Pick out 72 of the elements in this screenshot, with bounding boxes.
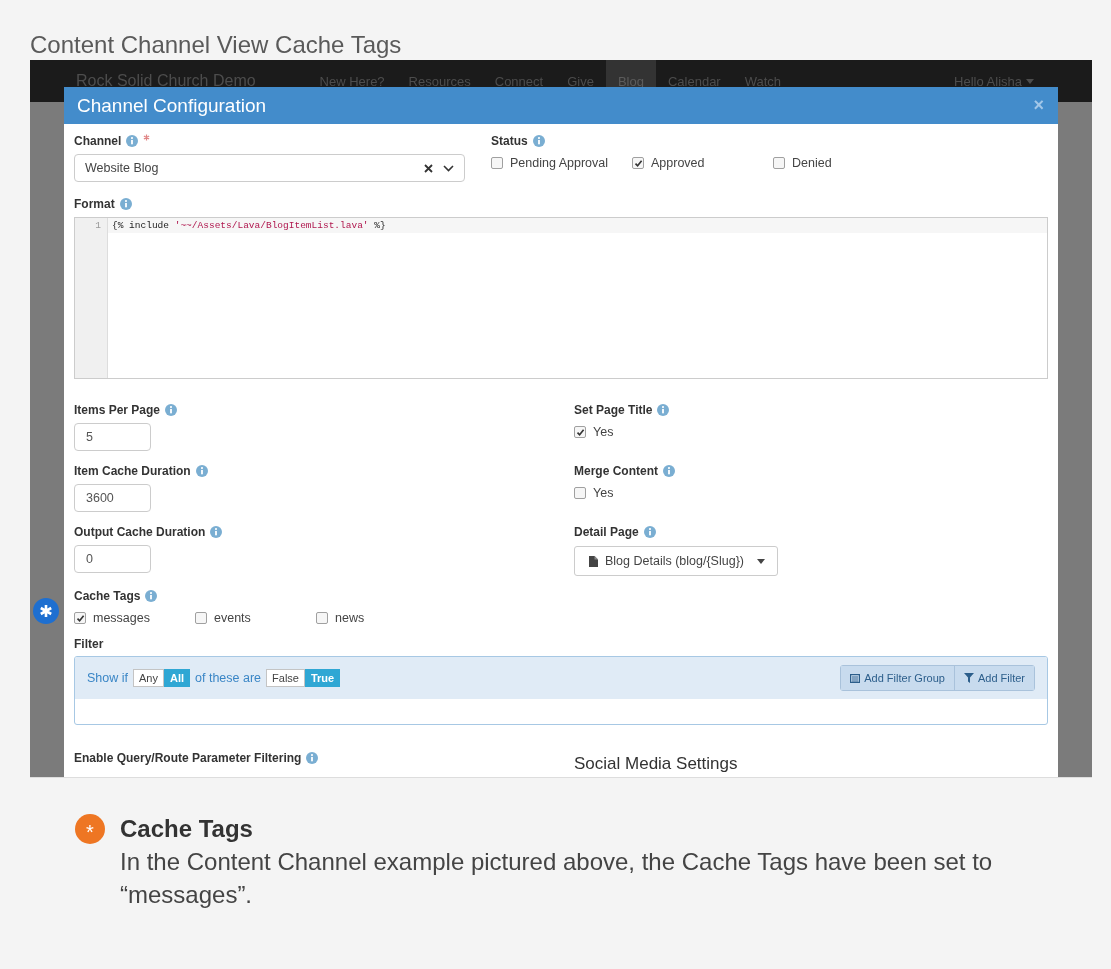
field-label: Status xyxy=(491,134,528,148)
info-icon xyxy=(663,465,675,477)
checkbox-label: Approved xyxy=(651,156,705,170)
checkbox[interactable] xyxy=(491,157,503,169)
field-label: Detail Page xyxy=(574,525,639,539)
field-label: Merge Content xyxy=(574,464,658,478)
text-field[interactable]: 3600 xyxy=(74,484,151,512)
select-field[interactable]: Website Blog xyxy=(74,154,465,182)
callout-title: Cache Tags xyxy=(120,814,254,844)
page-picker[interactable]: Blog Details (blog/{Slug}) xyxy=(574,546,778,576)
field-label: Set Page Title xyxy=(574,403,653,417)
field-label: Cache Tags xyxy=(74,589,141,603)
checkbox[interactable] xyxy=(632,157,644,169)
toggle-button[interactable]: False xyxy=(266,669,305,687)
info-icon xyxy=(643,526,656,538)
section-heading: Social Media Settings xyxy=(574,754,739,774)
checkbox[interactable] xyxy=(574,487,586,499)
checkbox[interactable] xyxy=(74,612,86,624)
clear-icon xyxy=(424,163,433,173)
checkmark-icon xyxy=(575,427,585,437)
page-title: Content Channel View Cache Tags xyxy=(30,31,402,59)
checkbox[interactable] xyxy=(316,612,328,624)
checkbox-label: Pending Approval xyxy=(510,156,608,170)
filter-text: Show if xyxy=(87,671,128,685)
code-line: {% include '~~/Assets/Lava/BlogItemList.lava' %} xyxy=(112,220,386,231)
toggle-button[interactable]: All xyxy=(163,669,191,687)
callout-text: In the Content Channel example pictured above, the Cache Tags have been set to “messages”. xyxy=(120,847,994,910)
info-icon xyxy=(126,135,139,147)
checkbox-label: messages xyxy=(93,611,150,625)
info-icon xyxy=(119,198,132,210)
asterisk-icon xyxy=(33,598,59,624)
checkbox-label: news xyxy=(335,611,365,625)
field-label: Items Per Page xyxy=(74,403,161,417)
callout-marker: * xyxy=(75,814,105,844)
field-label: Filter xyxy=(74,637,105,651)
field-label: Channel xyxy=(74,134,122,148)
modal-title: Channel Configuration xyxy=(77,94,267,117)
field-label: Item Cache Duration xyxy=(74,464,191,478)
checkbox-label: Yes xyxy=(593,425,614,439)
checkmark-icon xyxy=(633,158,643,168)
field-label: Output Cache Duration xyxy=(74,525,206,539)
info-icon xyxy=(657,404,670,416)
info-icon xyxy=(195,465,208,477)
info-icon xyxy=(532,135,545,147)
checkbox[interactable] xyxy=(195,612,207,624)
code-editor[interactable]: 1 {% include '~~/Assets/Lava/BlogItemList.lava' %} xyxy=(74,217,1048,379)
checkmark-icon xyxy=(75,613,85,623)
toggle-button[interactable]: Any xyxy=(133,669,164,687)
text-field[interactable]: 0 xyxy=(74,545,151,573)
line-number: 1 xyxy=(94,220,101,231)
caret-icon xyxy=(1026,79,1034,84)
chevron-down-icon xyxy=(443,164,454,172)
filter-icon xyxy=(963,673,974,683)
checkbox[interactable] xyxy=(773,157,785,169)
info-icon xyxy=(210,526,223,538)
info-icon xyxy=(306,752,319,764)
info-icon xyxy=(165,404,178,416)
text-field[interactable]: 5 xyxy=(74,423,151,451)
field-label: Enable Query/Route Parameter Filtering xyxy=(74,751,302,765)
toggle-button[interactable]: True xyxy=(304,669,341,687)
field-label: Format xyxy=(74,197,115,211)
file-icon xyxy=(589,555,598,567)
checkbox[interactable] xyxy=(574,426,586,438)
checkbox-label: Yes xyxy=(593,486,614,500)
caret-icon xyxy=(757,558,765,564)
close-button[interactable]: × xyxy=(1033,95,1044,116)
filter-text: of these are xyxy=(195,671,262,685)
checkbox-label: events xyxy=(214,611,251,625)
checkbox-label: Denied xyxy=(792,156,832,170)
info-icon xyxy=(145,590,158,602)
list-icon xyxy=(850,673,861,683)
add-filter-button[interactable]: Add Filter xyxy=(953,666,1034,690)
